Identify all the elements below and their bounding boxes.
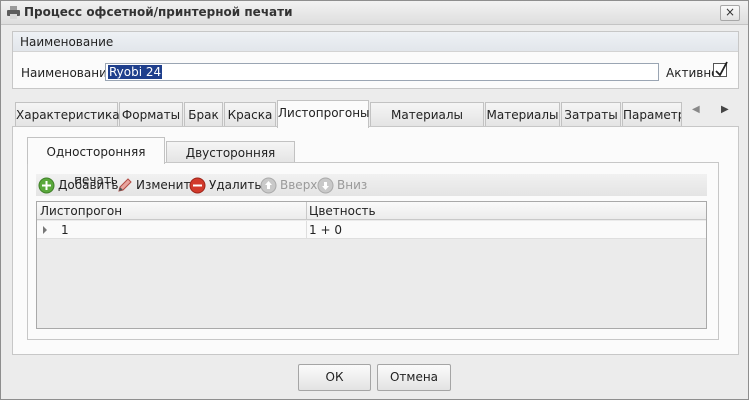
tab-formats[interactable]: Форматы bbox=[119, 102, 183, 127]
cell-color[interactable]: 1 + 0 bbox=[309, 223, 342, 237]
checkmark-icon bbox=[715, 61, 728, 77]
active-checkbox[interactable] bbox=[713, 61, 728, 77]
grid-header: Листопрогон Цветность bbox=[37, 202, 706, 220]
ok-label: ОК bbox=[325, 370, 344, 384]
dialog-window: Процесс офсетной/принтерной печати × Наи… bbox=[0, 0, 749, 400]
close-icon: × bbox=[724, 5, 736, 19]
pencil-icon bbox=[118, 177, 132, 192]
tab-label: Затраты bbox=[564, 108, 618, 122]
tab-label: Форматы bbox=[121, 108, 181, 122]
tab-label: Краска bbox=[227, 108, 273, 122]
table-row[interactable]: 1 1 + 0 bbox=[37, 221, 706, 239]
column-header-sheet-pass[interactable]: Листопрогон bbox=[40, 204, 122, 218]
move-down-button[interactable]: Вниз bbox=[317, 176, 367, 194]
tab-label: Брак bbox=[188, 108, 219, 122]
tab-costs[interactable]: Затраты bbox=[561, 102, 621, 127]
active-label: Активно bbox=[666, 66, 719, 80]
cell-divider bbox=[306, 221, 307, 239]
name-group-header: Наименование bbox=[13, 32, 738, 52]
window-title: Процесс офсетной/принтерной печати bbox=[24, 5, 293, 19]
column-header-color[interactable]: Цветность bbox=[309, 204, 376, 218]
edit-button[interactable]: Изменить bbox=[116, 176, 198, 194]
name-group-title: Наименование bbox=[20, 35, 114, 49]
tab-sheet-passes[interactable]: Листопрогоны bbox=[277, 100, 370, 128]
sheet-passes-grid: Листопрогон Цветность 1 1 + 0 bbox=[36, 201, 707, 329]
arrow-down-icon bbox=[317, 177, 334, 193]
row-indicator-icon bbox=[43, 226, 47, 234]
tab-ink[interactable]: Краска bbox=[224, 102, 276, 127]
close-button[interactable]: × bbox=[720, 5, 740, 21]
arrow-up-icon bbox=[260, 177, 277, 193]
move-up-button[interactable]: Вверх bbox=[260, 176, 317, 194]
delete-button[interactable]: Удалить bbox=[189, 176, 262, 194]
tab-print-materials[interactable]: Материалы печати bbox=[370, 102, 484, 146]
tabs-row: Характеристика Форматы Брак Краска Листо… bbox=[15, 100, 735, 146]
tab-label: Характеристика bbox=[16, 108, 120, 122]
move-up-label: Вверх bbox=[280, 178, 318, 192]
tab-defect[interactable]: Брак bbox=[184, 102, 223, 127]
subtab-single-sided[interactable]: Односторонняя печать bbox=[27, 137, 165, 187]
tab-label: Материалы bbox=[486, 108, 559, 122]
tab-scroll-right-icon[interactable]: ▶ bbox=[721, 104, 729, 115]
toolbar: Добавить Изменить Удалить Вверх bbox=[36, 174, 707, 196]
ok-button[interactable]: ОК bbox=[298, 364, 371, 391]
column-divider[interactable] bbox=[306, 202, 307, 220]
tab-materials[interactable]: Материалы bbox=[485, 102, 560, 127]
name-input-value: Ryobi 24 bbox=[108, 65, 163, 79]
add-icon bbox=[38, 177, 55, 193]
title-bar[interactable]: Процесс офсетной/принтерной печати × bbox=[1, 1, 748, 25]
app-icon bbox=[7, 6, 20, 19]
subtab-double-sided[interactable]: Двусторонняя печать bbox=[166, 141, 295, 182]
tab-label: Параметр bbox=[623, 108, 682, 122]
tab-label: Листопрогоны bbox=[278, 106, 370, 120]
tab-characteristics[interactable]: Характеристика bbox=[15, 102, 120, 127]
cancel-button[interactable]: Отмена bbox=[377, 364, 451, 391]
name-group: Наименование Наименование: Ryobi 24 Акти… bbox=[12, 31, 739, 89]
cell-sheet-pass[interactable]: 1 bbox=[61, 223, 69, 237]
name-input[interactable]: Ryobi 24 bbox=[105, 63, 659, 81]
tab-scroll-left-icon[interactable]: ◀ bbox=[692, 104, 700, 115]
delete-icon bbox=[189, 177, 206, 193]
tab-parameters[interactable]: Параметр bbox=[622, 102, 682, 127]
name-label: Наименование: bbox=[21, 66, 119, 80]
move-down-label: Вниз bbox=[337, 178, 368, 192]
delete-label: Удалить bbox=[209, 178, 262, 192]
cancel-label: Отмена bbox=[389, 370, 439, 384]
